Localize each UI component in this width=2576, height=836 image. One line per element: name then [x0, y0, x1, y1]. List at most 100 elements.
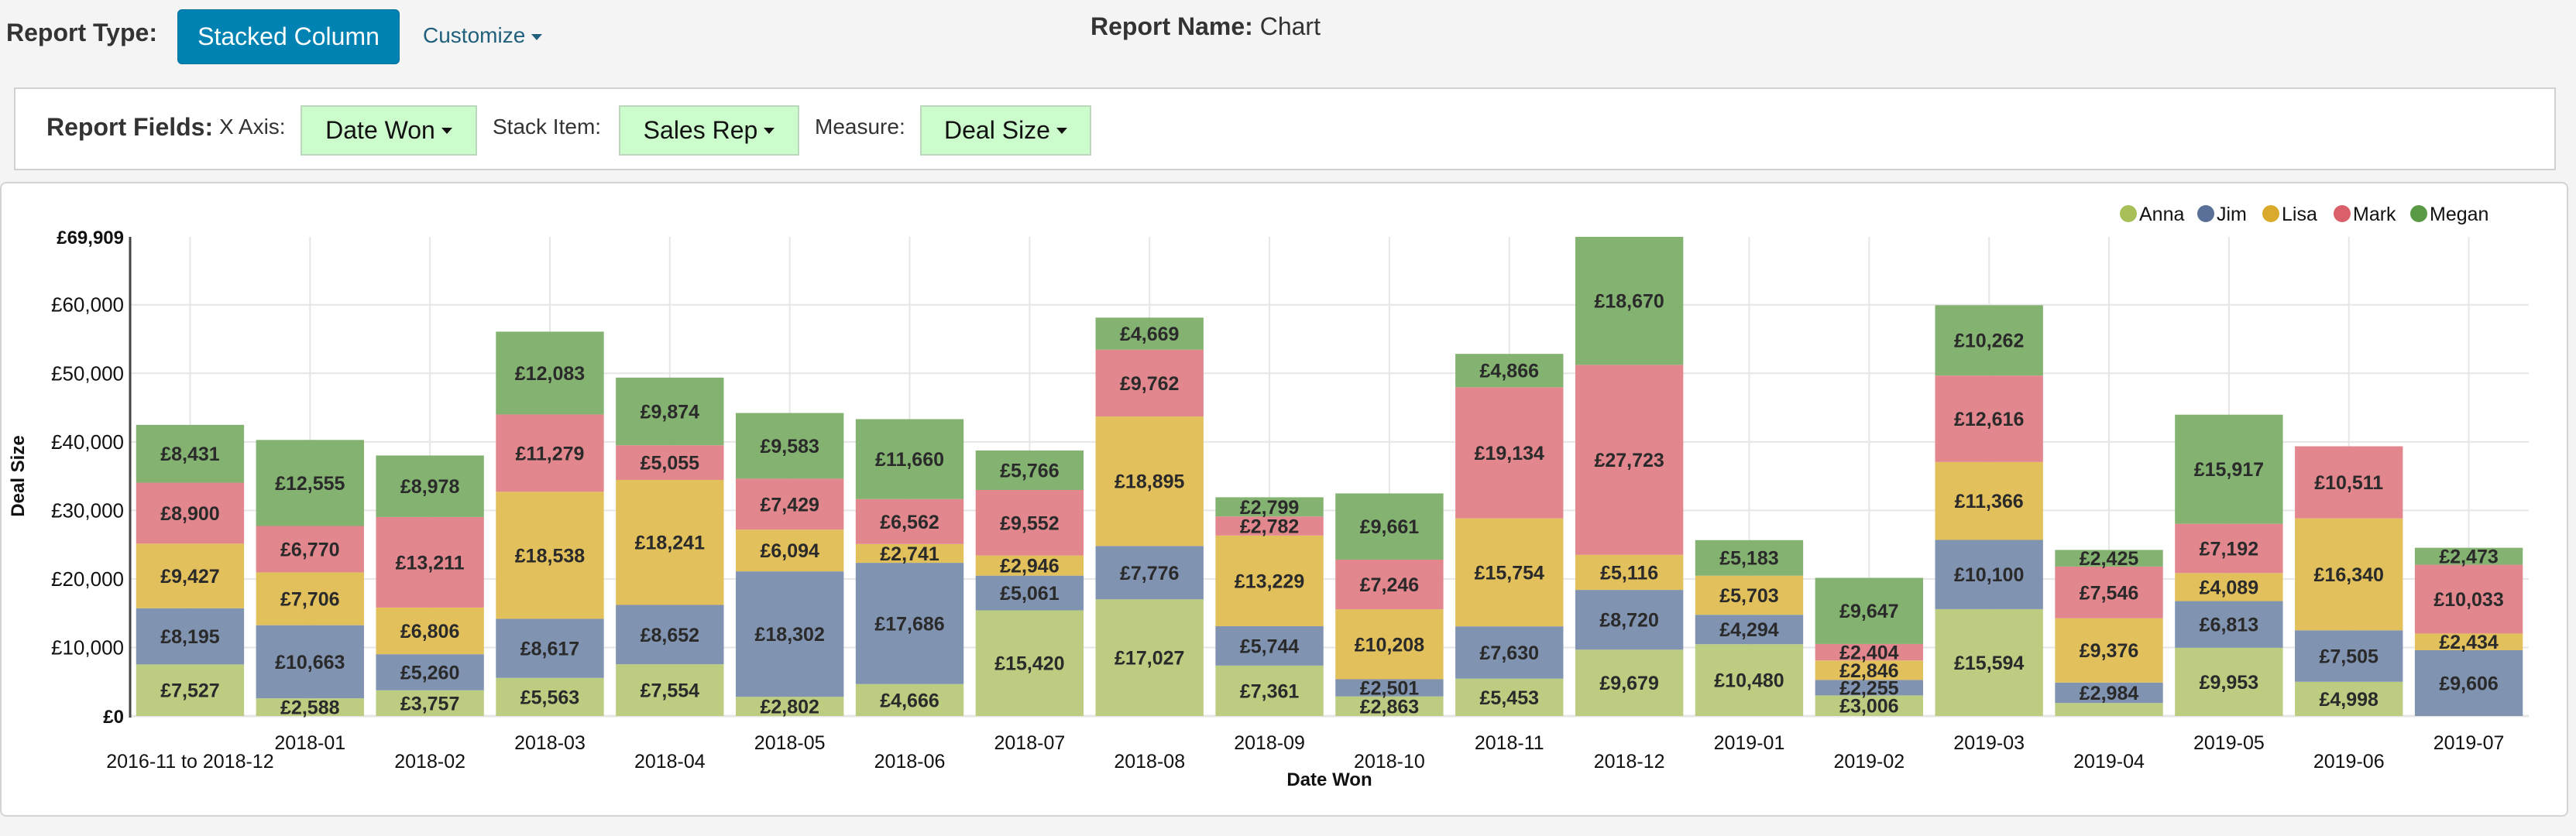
data-label: £4,294 — [1719, 619, 1779, 641]
y-tick-label: £10,000 — [51, 636, 124, 659]
data-label: £9,874 — [641, 402, 700, 423]
legend-label: Jim — [2217, 204, 2247, 225]
data-label: £10,480 — [1714, 670, 1784, 692]
x-tick-label: 2018-12 — [1594, 751, 1665, 773]
data-label: £10,663 — [275, 652, 345, 673]
data-label: £7,527 — [160, 680, 219, 702]
data-label: £9,679 — [1599, 673, 1658, 694]
legend-swatch-icon — [2262, 205, 2279, 222]
data-label: £7,554 — [641, 680, 700, 702]
x-tick-label: 2018-04 — [634, 751, 706, 773]
data-label: £2,501 — [1360, 678, 1420, 700]
y-axis-title: Deal Size — [8, 435, 29, 516]
y-tick-label: £0 — [103, 707, 124, 728]
data-label: £2,741 — [880, 543, 939, 565]
legend-swatch-icon — [2197, 205, 2214, 222]
data-label: £7,706 — [280, 589, 339, 611]
data-label: £12,616 — [1954, 409, 2024, 430]
legend-item-lisa[interactable]: Lisa — [2262, 204, 2317, 225]
data-label: £16,340 — [2314, 564, 2384, 586]
data-label: £8,652 — [641, 625, 699, 646]
x-tick-label: 2019-03 — [1953, 732, 2025, 754]
data-label: £5,183 — [1719, 548, 1778, 570]
x-tick-label: 2016-11 to 2018-12 — [106, 751, 273, 773]
data-label: £18,302 — [754, 624, 824, 646]
data-label: £7,429 — [760, 494, 819, 516]
data-label: £9,953 — [2200, 672, 2258, 694]
legend-label: Lisa — [2282, 204, 2317, 225]
legend-item-anna[interactable]: Anna — [2120, 204, 2184, 225]
x-tick-label: 2018-06 — [874, 751, 946, 773]
data-label: £2,946 — [1000, 556, 1059, 577]
legend-swatch-icon — [2120, 205, 2137, 222]
x-tick-label: 2019-07 — [2433, 732, 2505, 754]
data-label: £6,562 — [880, 512, 939, 533]
data-label: £7,246 — [1360, 574, 1419, 596]
legend-swatch-icon — [2334, 205, 2351, 222]
legend-label: Anna — [2139, 204, 2184, 225]
data-label: £9,762 — [1120, 373, 1179, 395]
x-tick-label: 2019-01 — [1714, 732, 1785, 754]
y-tick-label: £40,000 — [51, 430, 124, 454]
y-tick-label: £69,909 — [57, 228, 124, 248]
data-label: £5,766 — [1000, 460, 1059, 481]
data-label: £5,055 — [641, 453, 700, 475]
legend-swatch-icon — [2410, 205, 2427, 222]
data-label: £10,262 — [1954, 331, 2024, 352]
data-label: £5,703 — [1719, 585, 1778, 607]
data-label: £18,538 — [515, 545, 585, 567]
legend-item-jim[interactable]: Jim — [2197, 204, 2247, 225]
data-label: £15,594 — [1954, 653, 2024, 674]
data-label: £11,660 — [875, 449, 944, 471]
y-tick-label: £30,000 — [51, 499, 124, 522]
data-label: £13,229 — [1235, 570, 1304, 592]
data-label: £4,866 — [1480, 361, 1539, 382]
data-label: £6,094 — [760, 540, 819, 562]
gridlines — [130, 237, 2529, 718]
data-label: £11,366 — [1955, 491, 2024, 512]
legend-item-megan[interactable]: Megan — [2410, 204, 2488, 225]
data-label: £7,776 — [1120, 563, 1179, 584]
data-label: £9,647 — [1839, 601, 1898, 622]
x-tick-label: 2018-02 — [394, 751, 465, 773]
data-label: £8,431 — [160, 444, 220, 465]
x-tick-label: 2018-03 — [514, 732, 586, 754]
x-tick-label: 2018-09 — [1234, 732, 1305, 754]
x-tick-label: 2019-06 — [2313, 751, 2385, 773]
x-tick-label: 2019-02 — [1833, 751, 1905, 773]
stacked-column-chart: £7,527 £8,195 £9,427 £8,900 £8,431 £2,588 £10,… — [8, 204, 2529, 790]
data-label: £2,799 — [1240, 497, 1299, 519]
data-label: £4,669 — [1120, 324, 1179, 345]
data-label: £4,089 — [2200, 577, 2258, 598]
data-label: £8,617 — [520, 639, 579, 660]
data-label: £8,900 — [160, 503, 219, 525]
data-label: £7,361 — [1240, 680, 1300, 702]
data-label: £10,511 — [2314, 472, 2383, 494]
data-label: £2,782 — [1240, 516, 1299, 538]
data-label: £18,670 — [1594, 291, 1664, 313]
data-label: £5,116 — [1600, 562, 1658, 584]
y-tick-label: £60,000 — [51, 293, 124, 317]
data-label: £18,895 — [1115, 471, 1184, 493]
data-label: £5,260 — [400, 662, 459, 684]
bars: £7,527 £8,195 £9,427 £8,900 £8,431 £2,588 £10,… — [136, 237, 2523, 719]
x-tick-label: 2018-01 — [274, 732, 345, 754]
y-tick-label: £50,000 — [51, 361, 124, 385]
data-label: £27,723 — [1594, 450, 1664, 471]
data-label: £11,279 — [515, 443, 584, 464]
legend-label: Megan — [2430, 204, 2488, 225]
data-label: £2,434 — [2439, 632, 2499, 653]
legend-item-mark[interactable]: Mark — [2334, 204, 2396, 225]
x-tick-label: 2019-04 — [2073, 751, 2145, 773]
data-label: £5,453 — [1480, 687, 1539, 709]
data-label: £2,425 — [2080, 548, 2139, 570]
data-label: £5,563 — [520, 687, 579, 708]
data-label: £4,998 — [2319, 689, 2379, 711]
data-label: £10,100 — [1954, 564, 2024, 586]
legend: Anna Jim Lisa Mark Megan — [2120, 204, 2488, 225]
data-label: £2,984 — [2080, 683, 2139, 704]
data-label: £7,546 — [2080, 582, 2138, 604]
data-label: £6,770 — [280, 539, 339, 560]
data-label: £2,404 — [1839, 642, 1899, 664]
data-label: £8,720 — [1599, 610, 1658, 632]
